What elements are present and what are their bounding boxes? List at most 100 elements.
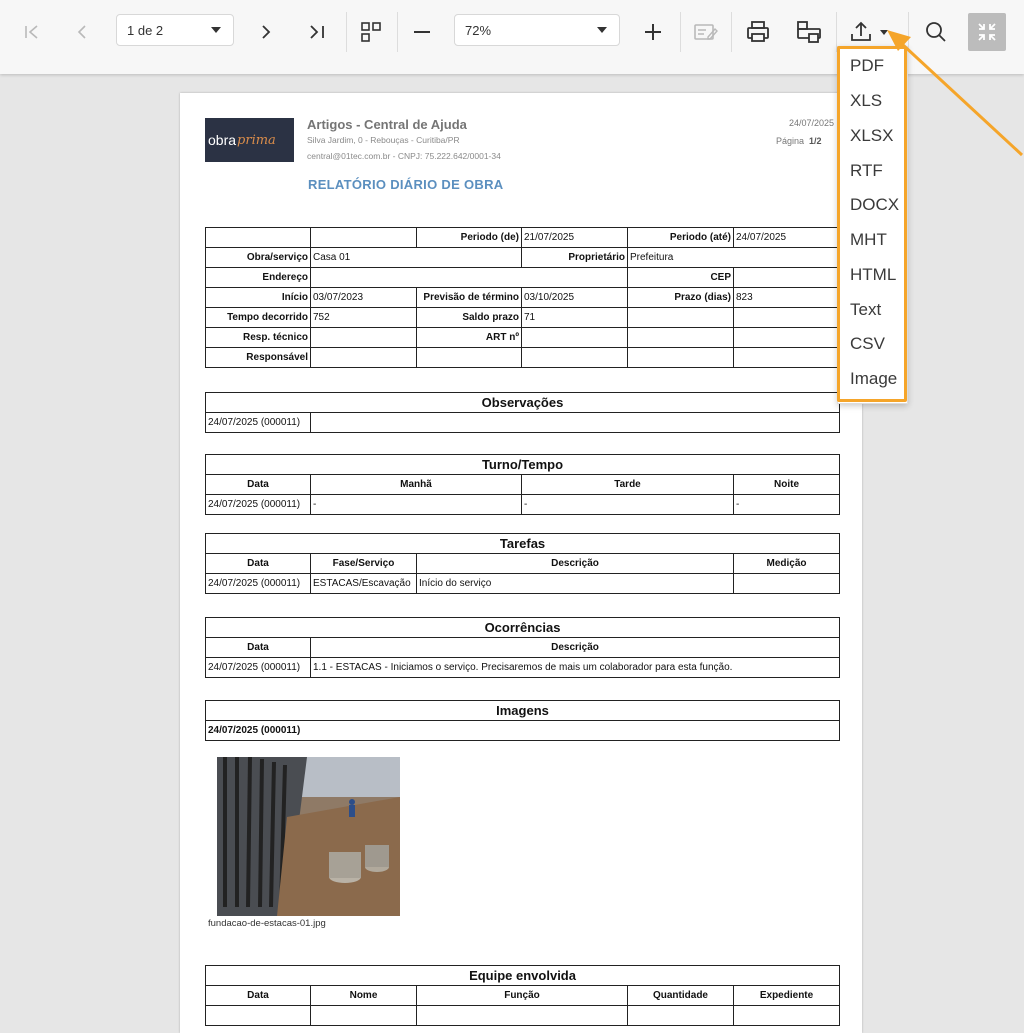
export-button[interactable] (842, 14, 894, 50)
imagens-title: Imagens (205, 700, 840, 721)
equipe-header-funcao: Função (416, 985, 628, 1006)
imagens-date: 24/07/2025 (000011) (205, 720, 840, 741)
company-address: Silva Jardim, 0 - Rebouças - Curitiba/PR (307, 135, 460, 145)
equipe-cell (416, 1005, 628, 1026)
info-cell (627, 307, 734, 328)
equipe-cell (732, 1005, 841, 1026)
equipe-title: Equipe envolvida (204, 965, 841, 986)
tarefas-row-medicao (732, 573, 841, 594)
info-cell (205, 227, 311, 248)
export-option-text[interactable]: Text (850, 300, 881, 320)
print-page-icon (797, 21, 821, 43)
logo-text-obra: obra (208, 132, 237, 148)
zoom-out-button[interactable] (405, 14, 439, 50)
turno-row-tarde: - (521, 494, 734, 515)
periodo-ate-value: 24/07/2025 (733, 227, 840, 248)
page-number: 1/2 (809, 136, 822, 146)
ocorrencias-row-descricao: 1.1 - ESTACAS - Iniciamos o serviço. Pre… (310, 657, 840, 678)
page-select[interactable]: 1 de 2 (116, 14, 234, 46)
tarefas-row-descricao: Início do serviço (416, 573, 734, 594)
chevron-left-icon (77, 25, 86, 39)
equipe-cell (310, 1005, 417, 1026)
first-page-button[interactable] (16, 14, 48, 50)
export-option-html[interactable]: HTML (850, 265, 896, 285)
report-title: RELATÓRIO DIÁRIO DE OBRA (308, 177, 504, 192)
turno-table: Turno/Tempo Data Manhã Tarde Noite 24/07… (205, 454, 840, 515)
obra-value: Casa 01 (310, 247, 522, 268)
observacoes-title: Observações (204, 392, 841, 413)
export-option-image[interactable]: Image (850, 369, 897, 389)
toolbar-separator (908, 12, 909, 52)
tarefas-header-data: Data (205, 553, 311, 574)
multipage-view-button[interactable] (353, 14, 389, 50)
toolbar-separator (397, 12, 398, 52)
equipe-header-nome: Nome (310, 985, 417, 1006)
export-option-pdf[interactable]: PDF (850, 56, 884, 76)
equipe-header-data: Data (205, 985, 311, 1006)
turno-row-date: 24/07/2025 (000011) (205, 494, 311, 515)
info-cell (627, 347, 734, 368)
search-button[interactable] (918, 14, 954, 50)
collapse-button[interactable] (968, 13, 1006, 51)
endereco-value (310, 267, 628, 288)
export-option-xlsx[interactable]: XLSX (850, 126, 893, 146)
info-cell (627, 327, 734, 348)
plus-icon (645, 24, 661, 40)
export-upload-icon (851, 21, 871, 41)
info-cell (733, 347, 840, 368)
chevron-down-icon (211, 27, 221, 33)
previsao-label: Previsão de término (416, 287, 522, 308)
imagens-table: Imagens 24/07/2025 (000011) (205, 700, 840, 741)
tempo-label: Tempo decorrido (205, 307, 311, 328)
equipe-table: Equipe envolvida Data Nome Função Quanti… (204, 965, 841, 1026)
next-page-button[interactable] (250, 14, 282, 50)
last-page-icon (310, 25, 324, 39)
ocorrencias-header-data: Data (205, 637, 311, 658)
periodo-de-value: 21/07/2025 (521, 227, 628, 248)
responsavel-value (310, 347, 417, 368)
export-format-menu: PDF XLS XLSX RTF DOCX MHT HTML Text CSV … (837, 46, 908, 404)
observacoes-text (309, 412, 841, 433)
print-page-button[interactable] (790, 14, 828, 50)
export-option-rtf[interactable]: RTF (850, 161, 883, 181)
art-label: ART nº (416, 327, 522, 348)
company-name: Artigos - Central de Ajuda (307, 117, 467, 132)
page-label: Página (776, 136, 805, 146)
tarefas-table: Tarefas Data Fase/Serviço Descrição Medi… (204, 533, 841, 594)
logo-text-prima: prima (237, 132, 276, 148)
resp-value (310, 327, 417, 348)
zoom-select[interactable]: 72% (454, 14, 620, 46)
cep-value (733, 267, 840, 288)
observacoes-table: Observações 24/07/2025 (000011) (204, 392, 841, 433)
zoom-in-button[interactable] (636, 14, 670, 50)
tarefas-header-fase: Fase/Serviço (310, 553, 417, 574)
multipage-icon (361, 22, 381, 42)
export-option-docx[interactable]: DOCX (850, 195, 899, 215)
export-option-mht[interactable]: MHT (850, 230, 887, 250)
equipe-header-quantidade: Quantidade (627, 985, 734, 1006)
editing-fields-button[interactable] (688, 14, 724, 50)
inicio-value: 03/07/2023 (310, 287, 417, 308)
toolbar-separator (731, 12, 732, 52)
edit-fields-icon (694, 24, 718, 40)
tarefas-title: Tarefas (204, 533, 841, 554)
info-cell (733, 307, 840, 328)
art-value (521, 327, 628, 348)
tarefas-row-fase: ESTACAS/Escavação (310, 573, 417, 594)
info-cell (733, 327, 840, 348)
previsao-value: 03/10/2025 (521, 287, 628, 308)
previous-page-button[interactable] (66, 14, 98, 50)
observacoes-date: 24/07/2025 (000011) (205, 412, 311, 433)
export-option-xls[interactable]: XLS (850, 91, 882, 111)
turno-title: Turno/Tempo (205, 454, 840, 475)
inicio-label: Início (205, 287, 311, 308)
toolbar-separator (680, 12, 681, 52)
equipe-cell (627, 1005, 734, 1026)
report-date: 24/07/2025 (789, 118, 835, 128)
turno-header-noite: Noite (733, 474, 840, 495)
zoom-select-value: 72% (465, 22, 492, 38)
export-option-csv[interactable]: CSV (850, 334, 885, 354)
tarefas-row-date: 24/07/2025 (000011) (205, 573, 311, 594)
print-button[interactable] (740, 14, 776, 50)
last-page-button[interactable] (300, 14, 334, 50)
